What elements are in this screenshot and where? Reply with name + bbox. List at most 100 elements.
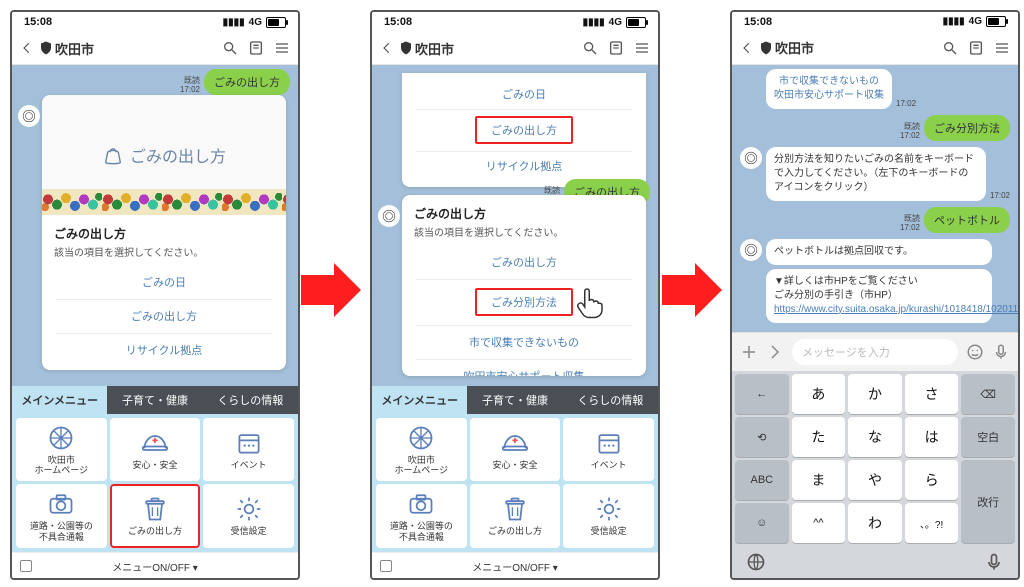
chat-area[interactable]: 市で収集できないもの 吹田市安心サポート収集 17:02 既読 17:02 ごみ… — [732, 65, 1018, 332]
user-message: ごみ分別方法 — [924, 115, 1010, 141]
grid-report[interactable]: 道路・公園等の 不具合通報 — [376, 484, 467, 548]
read-timestamp: 既読 17:02 — [180, 77, 200, 95]
card-hero-title: ごみの出し方 — [130, 143, 226, 167]
tab-main[interactable]: メインメニュー — [372, 386, 467, 414]
prev-link-gomi-dashikata[interactable]: ごみの出し方 — [402, 109, 646, 151]
grid-events[interactable]: イベント — [563, 418, 654, 482]
key-ya[interactable]: や — [848, 460, 902, 500]
user-message: ごみの出し方 — [204, 69, 290, 95]
status-bar: 15:08 ▮▮▮▮ 4G — [732, 12, 1018, 32]
grid-safety[interactable]: 安心・安全 — [470, 418, 561, 482]
grid-settings[interactable]: 受信設定 — [203, 484, 294, 548]
key-ra[interactable]: ら — [905, 460, 959, 500]
header-title: 吹田市 — [40, 39, 216, 58]
note-icon[interactable] — [608, 40, 624, 56]
key-punct[interactable]: 、。?! — [905, 503, 959, 543]
key-arrow[interactable]: ← — [735, 374, 789, 414]
helmet-icon — [140, 429, 170, 457]
globe-icon[interactable] — [746, 552, 766, 572]
key-ta[interactable]: た — [792, 417, 846, 457]
trash-icon — [140, 495, 170, 523]
read-timestamp: 既読 17:02 — [900, 215, 920, 233]
tab-kosodate[interactable]: 子育て・健康 — [107, 386, 202, 414]
helmet-icon — [500, 429, 530, 457]
bot-avatar — [378, 205, 400, 227]
card-subtitle: 該当の項目を選択してください。 — [54, 244, 274, 259]
tab-kurashi[interactable]: くらしの情報 — [203, 386, 298, 414]
user-message: ペットボトル — [924, 207, 1010, 233]
phone-screen-1: 15:08 ▮▮▮▮ 4G 吹田市 既読 17:02 — [10, 10, 300, 580]
calendar-icon — [234, 429, 264, 457]
message-input[interactable]: メッセージを入力 — [792, 339, 958, 365]
search-icon[interactable] — [582, 40, 598, 56]
menu-icon[interactable] — [994, 40, 1010, 56]
key-dakuten[interactable]: ^^ — [792, 503, 846, 543]
grid-homepage[interactable]: 吹田市 ホームページ — [376, 418, 467, 482]
back-icon[interactable] — [740, 40, 754, 56]
mic-icon[interactable] — [992, 343, 1010, 361]
key-ma[interactable]: ま — [792, 460, 846, 500]
link-cannot-collect[interactable]: 市で収集できないもの — [402, 325, 646, 359]
back-icon[interactable] — [20, 40, 34, 56]
chevron-right-icon[interactable] — [766, 343, 784, 361]
menu-icon[interactable] — [634, 40, 650, 56]
grid-homepage[interactable]: 吹田市 ホームページ — [16, 418, 107, 482]
card-link-recycle[interactable]: リサイクル拠点 — [42, 333, 286, 367]
keyboard: ← あ か さ ⌫ ⟲ た な は 空白 ABC ま や ら 改行 ☺ ^^ わ… — [732, 371, 1018, 546]
card-link-gomi-hi[interactable]: ごみの日 — [42, 265, 286, 299]
key-na[interactable]: な — [848, 417, 902, 457]
key-abc[interactable]: ABC — [735, 460, 789, 500]
mic-icon[interactable] — [984, 552, 1004, 572]
tab-kosodate[interactable]: 子育て・健康 — [467, 386, 562, 414]
back-icon[interactable] — [380, 40, 394, 56]
key-ha[interactable]: は — [905, 417, 959, 457]
external-link[interactable]: https://www.city.suita.osaka.jp/kurashi/… — [774, 304, 1018, 315]
link-gomi-bunbetsu[interactable]: ごみ分別方法 — [402, 279, 646, 325]
key-return[interactable]: 改行 — [961, 460, 1015, 543]
grid-gomi[interactable]: ごみの出し方 — [470, 484, 561, 548]
search-icon[interactable] — [222, 40, 238, 56]
grid-report[interactable]: 道路・公園等の 不具合通報 — [16, 484, 107, 548]
card-link-gomi-dashikata[interactable]: ごみの出し方 — [42, 299, 286, 333]
grid-events[interactable]: イベント — [203, 418, 294, 482]
chat-area[interactable]: 既読 17:02 ごみの出し方 ごみの出し方 ごみの出し方 該当の項目を選択して… — [12, 65, 298, 386]
app-header: 吹田市 — [732, 32, 1018, 65]
card-subtitle: 該当の項目を選択してください。 — [414, 224, 634, 239]
menu-tabs: メインメニュー 子育て・健康 くらしの情報 — [12, 386, 298, 414]
plus-icon[interactable] — [740, 343, 758, 361]
key-ka[interactable]: か — [848, 374, 902, 414]
tab-kurashi[interactable]: くらしの情報 — [563, 386, 658, 414]
status-time: 15:08 — [744, 16, 772, 28]
bot-card: ごみの出し方 該当の項目を選択してください。 ごみの出し方 ごみ分別方法 市で収… — [402, 195, 646, 376]
chat-area[interactable]: ごみの日 ごみの出し方 リサイクル拠点 既読 17:02 ごみの出し方 ごみの出… — [372, 65, 658, 386]
link-gomi-dashikata[interactable]: ごみの出し方 — [402, 245, 646, 279]
header-title: 吹田市 — [400, 39, 576, 58]
grid-settings[interactable]: 受信設定 — [563, 484, 654, 548]
prev-link-gomi-hi[interactable]: ごみの日 — [402, 79, 646, 109]
trash-icon — [500, 495, 530, 523]
menu-icon[interactable] — [274, 40, 290, 56]
note-icon[interactable] — [968, 40, 984, 56]
menu-toggle[interactable]: メニューON/OFF ▾ — [12, 552, 298, 578]
key-emoji[interactable]: ☺ — [735, 503, 789, 543]
note-icon[interactable] — [248, 40, 264, 56]
emoji-icon[interactable] — [966, 343, 984, 361]
grid-safety[interactable]: 安心・安全 — [110, 418, 201, 482]
card-title: ごみの出し方 — [414, 205, 634, 222]
key-backspace[interactable]: ⌫ — [961, 374, 1015, 414]
key-sa[interactable]: さ — [905, 374, 959, 414]
tab-main[interactable]: メインメニュー — [12, 386, 107, 414]
bot-card-fragment: 市で収集できないもの 吹田市安心サポート収集 — [766, 69, 892, 109]
key-wa[interactable]: わ — [848, 503, 902, 543]
link-support-collection[interactable]: 吹田市安心サポート収集 — [402, 359, 646, 376]
card-hero: ごみの出し方 — [42, 95, 286, 215]
menu-toggle[interactable]: メニューON/OFF ▾ — [372, 552, 658, 578]
grid-gomi[interactable]: ごみの出し方 — [110, 484, 201, 548]
phone-screen-2: 15:08 ▮▮▮▮ 4G 吹田市 ごみの日 — [370, 10, 660, 580]
key-space[interactable]: 空白 — [961, 417, 1015, 457]
search-icon[interactable] — [942, 40, 958, 56]
app-header: 吹田市 — [12, 32, 298, 65]
key-undo[interactable]: ⟲ — [735, 417, 789, 457]
signal-icon: ▮▮▮▮ — [223, 17, 245, 28]
key-a[interactable]: あ — [792, 374, 846, 414]
